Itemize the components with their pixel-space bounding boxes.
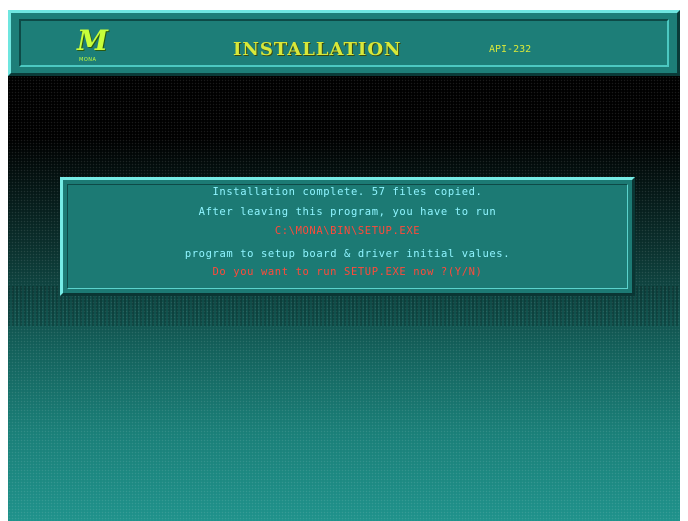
files-copied-message: Installation complete. 57 files copied.: [212, 186, 483, 198]
screen-background: [8, 76, 680, 521]
setup-path: C:\MONA\BIN\SETUP.EXE: [274, 225, 421, 237]
company-logo: M MONA: [77, 27, 115, 67]
installation-complete-dialog: Installation complete. 57 files copied. …: [60, 177, 635, 296]
logo-mark: M: [77, 24, 108, 57]
setup-purpose-message: program to setup board & driver initial …: [184, 248, 511, 260]
logo-text: MONA: [79, 57, 97, 63]
installer-screen: M MONA INSTALLATION API-232 Installation…: [0, 0, 688, 521]
page-title: INSTALLATION: [233, 39, 402, 60]
header-bar: M MONA INSTALLATION API-232: [8, 10, 680, 76]
run-setup-prompt[interactable]: Do you want to run SETUP.EXE now ?(Y/N): [63, 266, 632, 278]
run-instruction-message: After leaving this program, you have to …: [198, 206, 497, 218]
product-name: API-232: [489, 44, 532, 55]
